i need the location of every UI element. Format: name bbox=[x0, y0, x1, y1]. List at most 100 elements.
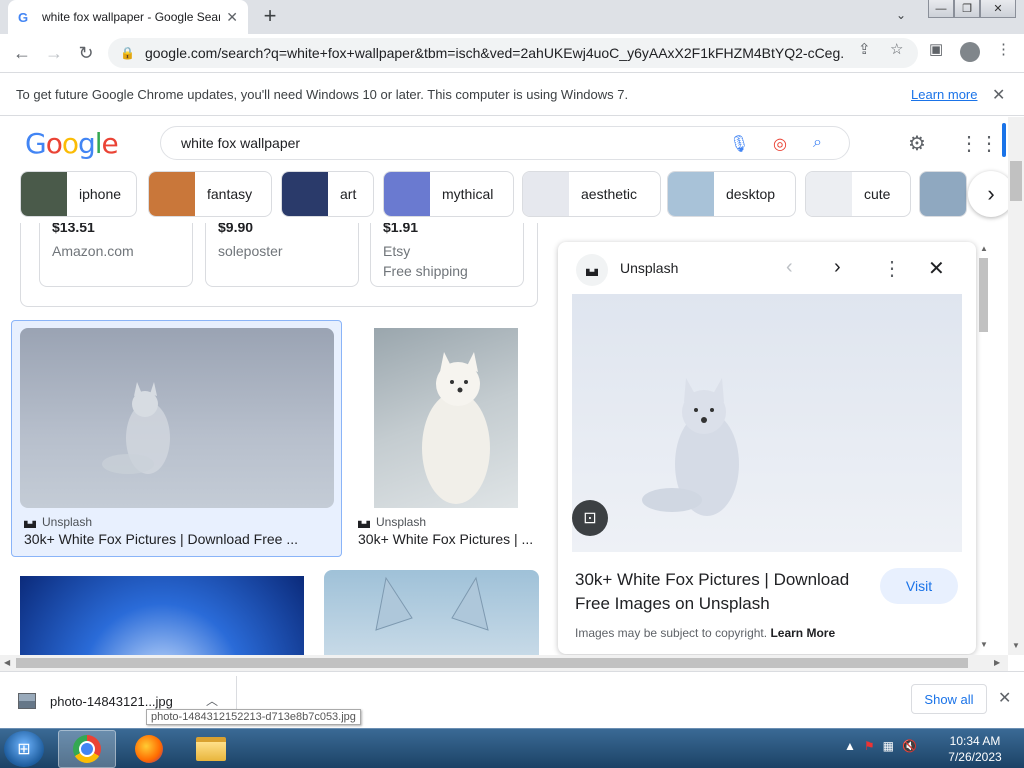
shopping-card[interactable]: $13.51 Amazon.com bbox=[39, 223, 193, 287]
action-center-flag-icon[interactable]: ⚑ bbox=[864, 739, 875, 753]
result-image-fantasy[interactable] bbox=[20, 576, 304, 655]
clock-time: 10:34 AM bbox=[949, 734, 1001, 748]
result-source: Unsplash bbox=[24, 515, 92, 529]
scroll-left-arrow-icon[interactable]: ◀ bbox=[4, 658, 10, 667]
image-results: $13.51 Amazon.com $9.90 soleposter $1.91… bbox=[0, 223, 548, 655]
copyright-learn-more-link[interactable]: Learn More bbox=[770, 626, 835, 640]
infobar-learn-more-link[interactable]: Learn more bbox=[911, 87, 977, 102]
result-image-closeup[interactable] bbox=[324, 570, 539, 655]
menu-kebab-icon[interactable]: ⋮ bbox=[996, 40, 1011, 58]
settings-gear-icon[interactable]: ⚙ bbox=[908, 131, 926, 156]
profile-avatar[interactable] bbox=[960, 42, 980, 62]
chip-iphone[interactable]: iphone bbox=[20, 171, 137, 217]
next-chevron-icon[interactable]: › bbox=[834, 256, 841, 279]
panel-scroll-thumb[interactable] bbox=[979, 258, 988, 332]
system-tray: ▲ ⚑ ▦ 🔇 bbox=[844, 739, 917, 753]
chip-mythical[interactable]: mythical bbox=[383, 171, 514, 217]
volume-muted-icon[interactable]: 🔇 bbox=[902, 739, 917, 753]
share-icon[interactable]: ⇪ bbox=[858, 40, 871, 58]
download-file-name[interactable]: photo-14843121...jpg bbox=[50, 694, 173, 709]
update-infobar: To get future Google Chrome updates, you… bbox=[0, 72, 1024, 116]
shopping-card[interactable]: $1.91 Etsy Free shipping bbox=[370, 223, 524, 287]
infobar-message: To get future Google Chrome updates, you… bbox=[16, 86, 629, 102]
chip-desktop[interactable]: desktop bbox=[667, 171, 796, 217]
result-title[interactable]: 30k+ White Fox Pictures | ... bbox=[358, 531, 533, 547]
preview-image[interactable] bbox=[572, 294, 962, 552]
page-horizontal-scrollbar[interactable]: ◀ ▶ bbox=[0, 655, 1008, 671]
page-scroll-down-arrow-icon[interactable]: ▼ bbox=[1012, 641, 1020, 650]
search-icon[interactable]: ⌕ bbox=[813, 134, 822, 152]
horizontal-scroll-thumb[interactable] bbox=[16, 658, 968, 668]
more-options-icon[interactable]: ⋮ bbox=[882, 256, 902, 281]
minimize-button[interactable]: — bbox=[928, 0, 954, 18]
tab-close-icon[interactable]: ✕ bbox=[226, 9, 238, 26]
result-image[interactable] bbox=[374, 328, 518, 508]
search-query[interactable]: white fox wallpaper bbox=[181, 135, 300, 151]
tab-search-chevron-icon[interactable]: ⌄ bbox=[896, 8, 906, 22]
fox-illustration bbox=[422, 352, 490, 504]
chip-cute[interactable]: cute bbox=[805, 171, 911, 217]
address-bar[interactable]: 🔒 google.com/search?q=white+fox+wallpape… bbox=[108, 38, 918, 68]
chip-thumbnail bbox=[523, 172, 569, 216]
scroll-right-arrow-icon[interactable]: ▶ bbox=[994, 658, 1000, 667]
scroll-down-arrow-icon[interactable]: ▼ bbox=[980, 640, 988, 649]
clock-date: 7/26/2023 bbox=[948, 750, 1002, 764]
maximize-button[interactable]: ❐ bbox=[954, 0, 980, 18]
forward-button[interactable]: → bbox=[38, 37, 70, 69]
panel-source-name[interactable]: Unsplash bbox=[620, 260, 678, 276]
taskbar-firefox[interactable] bbox=[120, 730, 178, 768]
image-preview-panel: Unsplash ‹ › ⋮ ✕ ⊡ 30k+ White Fox Pictur… bbox=[558, 242, 976, 654]
previous-chevron-icon[interactable]: ‹ bbox=[786, 256, 793, 279]
visit-button[interactable]: Visit bbox=[880, 568, 958, 604]
chip-art[interactable]: art bbox=[281, 171, 374, 217]
shop-seller: Etsy bbox=[383, 243, 411, 259]
panel-scrollbar[interactable]: ▲ ▼ bbox=[976, 242, 992, 654]
chip-label: art bbox=[340, 186, 357, 202]
url-text[interactable]: google.com/search?q=white+fox+wallpaper&… bbox=[145, 45, 845, 61]
chip-aesthetic[interactable]: aesthetic bbox=[522, 171, 661, 217]
close-window-button[interactable]: ✕ bbox=[980, 0, 1016, 18]
chip-thumbnail bbox=[806, 172, 852, 216]
page-vertical-scrollbar[interactable]: ▼ bbox=[1008, 117, 1024, 655]
close-panel-icon[interactable]: ✕ bbox=[928, 256, 945, 281]
apps-grid-icon[interactable]: ⋮⋮ bbox=[959, 131, 999, 156]
taskbar-explorer[interactable] bbox=[182, 730, 240, 768]
taskbar-chrome[interactable] bbox=[58, 730, 116, 768]
arctic-fox-illustration bbox=[572, 294, 962, 552]
chip-fantasy[interactable]: fantasy bbox=[148, 171, 272, 217]
show-all-downloads-button[interactable]: Show all bbox=[911, 684, 987, 714]
start-button[interactable]: ⊞ bbox=[4, 731, 44, 767]
back-button[interactable]: ← bbox=[6, 37, 38, 69]
microphone-icon[interactable]: 🎙 bbox=[729, 134, 749, 154]
infobar-close-icon[interactable]: ✕ bbox=[992, 85, 1005, 105]
network-icon[interactable]: ▦ bbox=[883, 739, 894, 753]
shopping-card[interactable]: $9.90 soleposter bbox=[205, 223, 359, 287]
lens-search-icon[interactable]: ⊡ bbox=[572, 500, 608, 536]
search-input[interactable]: white fox wallpaper 🎙 ◎ ⌕ bbox=[160, 126, 850, 160]
bookmark-star-icon[interactable]: ☆ bbox=[890, 40, 903, 58]
panel-title[interactable]: 30k+ White Fox Pictures | Download Free … bbox=[575, 568, 875, 616]
firefox-icon bbox=[135, 735, 163, 763]
scroll-up-arrow-icon[interactable]: ▲ bbox=[980, 244, 988, 253]
new-tab-button[interactable]: + bbox=[258, 5, 282, 29]
fox-illustration bbox=[102, 382, 170, 474]
result-image[interactable] bbox=[20, 328, 334, 508]
lock-icon[interactable]: 🔒 bbox=[120, 46, 135, 60]
reload-button[interactable]: ↻ bbox=[70, 37, 102, 69]
browser-tab[interactable]: G white fox wallpaper - Google Search ✕ bbox=[8, 0, 248, 34]
system-clock[interactable]: 10:34 AM 7/26/2023 bbox=[940, 733, 1010, 765]
lens-icon[interactable]: ◎ bbox=[773, 134, 787, 154]
show-hidden-icons-icon[interactable]: ▲ bbox=[844, 739, 856, 753]
side-panel-icon[interactable]: ▣ bbox=[929, 40, 943, 58]
image-result-selected[interactable]: Unsplash 30k+ White Fox Pictures | Downl… bbox=[11, 320, 342, 557]
download-options-chevron-icon[interactable]: ︿ bbox=[206, 692, 218, 709]
result-title[interactable]: 30k+ White Fox Pictures | Download Free … bbox=[24, 531, 298, 547]
image-result[interactable]: Unsplash 30k+ White Fox Pictures | ... bbox=[354, 320, 540, 557]
chip-partial[interactable] bbox=[919, 171, 967, 217]
page-scroll-thumb[interactable] bbox=[1010, 161, 1022, 201]
unsplash-icon bbox=[24, 520, 36, 528]
chrome-icon bbox=[73, 735, 101, 763]
close-shelf-icon[interactable]: ✕ bbox=[998, 688, 1011, 708]
google-logo[interactable]: Google bbox=[25, 127, 119, 160]
chip-label: iphone bbox=[79, 186, 122, 202]
